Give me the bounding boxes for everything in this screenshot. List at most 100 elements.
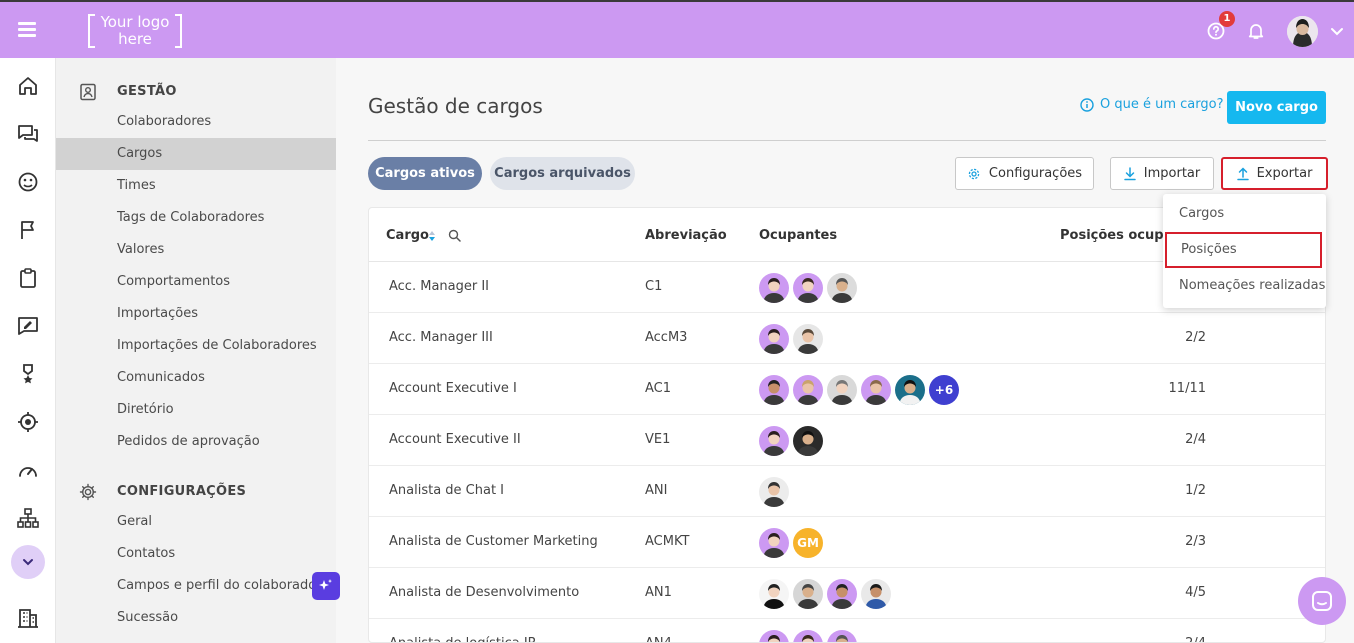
user-avatar[interactable] <box>1287 16 1318 47</box>
occupants-avatars <box>759 324 823 354</box>
importar-button[interactable]: Importar <box>1110 157 1214 190</box>
clipboard-icon[interactable] <box>17 267 39 289</box>
occupant-avatar[interactable] <box>895 375 925 405</box>
configuracoes-button[interactable]: Configurações <box>955 157 1094 190</box>
occupant-avatar[interactable] <box>793 375 823 405</box>
positions-filled: 11/11 <box>1168 381 1206 396</box>
more-occupants-badge[interactable]: +6 <box>929 375 959 405</box>
occupant-avatar[interactable] <box>759 528 789 558</box>
table-row[interactable]: Acc. Manager III AccM3 2/2 <box>369 313 1325 364</box>
occupant-avatar[interactable] <box>793 426 823 456</box>
submenu-item[interactable]: Tags de Colaboradores <box>56 202 336 234</box>
feedback-icon[interactable] <box>17 315 39 337</box>
tab-cargos-arquivados[interactable]: Cargos arquivados <box>490 157 635 190</box>
medal-icon[interactable] <box>17 363 39 385</box>
search-icon[interactable] <box>448 229 461 242</box>
export-option[interactable]: Nomeações realizadas <box>1163 268 1326 304</box>
submenu-item[interactable]: Sucessão <box>56 602 336 634</box>
new-cargo-button[interactable]: Novo cargo <box>1227 91 1326 124</box>
speedometer-icon[interactable] <box>17 459 39 481</box>
occupant-avatar[interactable] <box>793 324 823 354</box>
occupant-initials-avatar[interactable]: GM <box>793 528 823 558</box>
cargo-name[interactable]: Account Executive I <box>389 381 517 396</box>
occupant-avatar[interactable] <box>759 324 789 354</box>
positions-filled: 2/4 <box>1154 636 1206 642</box>
exportar-button[interactable]: Exportar <box>1221 157 1328 190</box>
export-option[interactable]: Posições <box>1165 232 1322 268</box>
submenu-item[interactable]: Importações de Colaboradores <box>56 330 336 362</box>
chat-widget-button[interactable] <box>1298 577 1346 625</box>
gear-icon <box>968 168 980 179</box>
occupant-avatar[interactable] <box>827 273 857 303</box>
submenu-item[interactable]: Geral <box>56 506 336 538</box>
occupant-avatar[interactable] <box>793 579 823 609</box>
occupant-avatar[interactable] <box>827 375 857 405</box>
submenu-item[interactable]: Valores <box>56 234 336 266</box>
column-header-abreviacao: Abreviação <box>645 228 727 243</box>
cargo-name[interactable]: Acc. Manager II <box>389 279 489 294</box>
table-row[interactable]: Analista de Customer Marketing ACMKT GM 2/3 <box>369 517 1325 568</box>
target-icon[interactable] <box>17 411 39 433</box>
occupant-avatar[interactable] <box>827 579 857 609</box>
submenu-item[interactable]: Contatos <box>56 538 336 570</box>
occupant-avatar[interactable] <box>827 630 857 642</box>
help-link-label: O que é um cargo? <box>1100 97 1224 112</box>
cargo-abbreviation: AC1 <box>645 381 672 396</box>
palette-icon[interactable] <box>17 171 39 193</box>
column-header-ocupantes: Ocupantes <box>759 228 838 243</box>
occupant-avatar[interactable] <box>759 273 789 303</box>
occupant-avatar[interactable] <box>759 426 789 456</box>
cargo-name[interactable]: Analista de Chat I <box>389 483 504 498</box>
logo-line-1: Your logo <box>100 13 170 31</box>
occupant-avatar[interactable] <box>759 630 789 642</box>
cargo-name[interactable]: Analista de logística JR <box>389 636 537 642</box>
submenu-item[interactable]: Colaboradores <box>56 106 336 138</box>
submenu-item[interactable]: Importações <box>56 298 336 330</box>
rail-expand-button[interactable] <box>11 545 45 579</box>
flag-icon[interactable] <box>17 219 39 241</box>
cargo-name[interactable]: Acc. Manager III <box>389 330 493 345</box>
sort-icon[interactable] <box>428 230 436 242</box>
export-option[interactable]: Cargos <box>1163 196 1326 232</box>
occupant-avatar[interactable] <box>861 579 891 609</box>
table-row[interactable]: Analista de Desenvolvimento AN1 4/5 <box>369 568 1325 619</box>
icon-rail <box>0 58 56 643</box>
cargo-abbreviation: ACMKT <box>645 534 690 549</box>
submenu-item[interactable]: Comportamentos <box>56 266 336 298</box>
table-row[interactable]: Account Executive I AC1 +6 11/11 <box>369 364 1325 415</box>
occupant-avatar[interactable] <box>861 375 891 405</box>
submenu-item[interactable]: Comunicados <box>56 362 336 394</box>
submenu-item[interactable]: Cargos <box>56 138 336 170</box>
occupant-avatar[interactable] <box>793 630 823 642</box>
cargo-name[interactable]: Analista de Desenvolvimento <box>389 585 579 600</box>
ai-sparkle-button[interactable] <box>312 572 340 600</box>
org-chart-icon[interactable] <box>17 507 39 529</box>
submenu-item[interactable]: Campos e perfil do colaborador <box>56 570 336 602</box>
submenu-item[interactable]: Diretório <box>56 394 336 426</box>
chevron-down-icon[interactable] <box>1330 24 1344 38</box>
cargo-name[interactable]: Account Executive II <box>389 432 521 447</box>
occupant-avatar[interactable] <box>759 375 789 405</box>
table-row[interactable]: Analista de logística JR AN4 2/4 <box>369 619 1325 642</box>
company-logo[interactable]: Your logo here <box>88 14 182 48</box>
bell-icon[interactable] <box>1247 22 1265 40</box>
home-icon[interactable] <box>17 75 39 97</box>
cargo-name[interactable]: Analista de Customer Marketing <box>389 534 598 549</box>
what-is-cargo-link[interactable]: O que é um cargo? <box>1080 97 1224 112</box>
submenu-item[interactable]: Times <box>56 170 336 202</box>
table-row[interactable]: Account Executive II VE1 2/4 <box>369 415 1325 466</box>
tab-cargos-ativos[interactable]: Cargos ativos <box>368 157 482 190</box>
occupant-avatar[interactable] <box>759 579 789 609</box>
configuracoes-label: Configurações <box>988 166 1083 181</box>
building-icon[interactable] <box>17 607 39 629</box>
hamburger-menu-icon[interactable] <box>18 22 36 37</box>
chat-icon[interactable] <box>17 123 39 145</box>
occupants-avatars <box>759 273 857 303</box>
export-dropdown: Cargos Posições Nomeações realizadas <box>1163 194 1326 308</box>
submenu-item[interactable]: Pedidos de aprovação <box>56 426 336 458</box>
info-icon <box>1080 97 1094 112</box>
column-header-cargo[interactable]: Cargo <box>386 228 429 243</box>
occupant-avatar[interactable] <box>793 273 823 303</box>
table-row[interactable]: Analista de Chat I ANI 1/2 <box>369 466 1325 517</box>
occupant-avatar[interactable] <box>759 477 789 507</box>
